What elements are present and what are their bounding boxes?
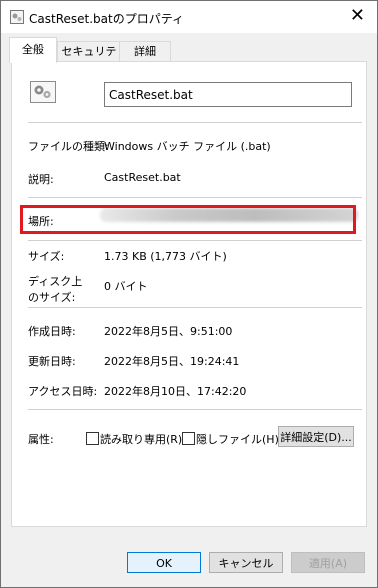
window-title: CastReset.batのプロパティ bbox=[29, 12, 184, 26]
readonly-label[interactable]: 読み取り専用(R) bbox=[100, 431, 182, 447]
size-on-disk-value: 0 バイト bbox=[104, 280, 148, 293]
description-value: CastReset.bat bbox=[104, 171, 181, 184]
created-label: 作成日時: bbox=[28, 325, 76, 338]
batch-file-icon bbox=[10, 10, 24, 24]
divider bbox=[28, 197, 362, 198]
attributes-label: 属性: bbox=[28, 433, 54, 446]
close-icon[interactable]: ✕ bbox=[350, 6, 365, 26]
general-panel: CastReset.bat ファイルの種類: Windows バッチ ファイル … bbox=[11, 61, 367, 527]
tab-security[interactable]: セキュリティ bbox=[57, 41, 121, 78]
accessed-value: 2022年8月10日、17:42:20 bbox=[104, 385, 247, 398]
divider bbox=[28, 307, 362, 308]
readonly-checkbox[interactable] bbox=[86, 432, 99, 445]
created-value: 2022年8月5日、9:51:00 bbox=[104, 325, 233, 338]
file-type-icon bbox=[30, 81, 56, 103]
tab-details-label: 詳細 bbox=[134, 45, 156, 58]
file-name-input[interactable]: CastReset.bat bbox=[104, 82, 352, 107]
hidden-checkbox[interactable] bbox=[182, 432, 195, 445]
location-highlight-box bbox=[20, 205, 356, 234]
size-value: 1.73 KB (1,773 バイト) bbox=[104, 250, 227, 263]
title-bar: CastReset.batのプロパティ ✕ bbox=[1, 1, 377, 33]
hidden-label[interactable]: 隠しファイル(H) bbox=[196, 431, 279, 447]
divider bbox=[28, 409, 362, 410]
divider bbox=[28, 122, 362, 123]
size-on-disk-label-line2: のサイズ: bbox=[28, 291, 76, 304]
apply-button[interactable]: 適用(A) bbox=[291, 552, 365, 573]
file-type-label: ファイルの種類: bbox=[28, 140, 109, 153]
accessed-label: アクセス日時: bbox=[28, 385, 98, 398]
modified-label: 更新日時: bbox=[28, 355, 76, 368]
ok-button[interactable]: OK bbox=[127, 552, 201, 573]
divider bbox=[28, 240, 362, 241]
advanced-button[interactable]: 詳細設定(D)... bbox=[278, 426, 354, 447]
properties-dialog: CastReset.batのプロパティ ✕ 全般 セキュリティ 詳細 CastR… bbox=[0, 0, 378, 588]
size-label: サイズ: bbox=[28, 250, 65, 263]
description-label: 説明: bbox=[28, 173, 54, 186]
cancel-button[interactable]: キャンセル bbox=[209, 552, 283, 573]
file-type-value: Windows バッチ ファイル (.bat) bbox=[104, 140, 271, 153]
modified-value: 2022年8月5日、19:24:41 bbox=[104, 355, 240, 368]
tab-general-label: 全般 bbox=[22, 43, 44, 56]
tab-general[interactable]: 全般 bbox=[9, 37, 57, 63]
size-on-disk-label-line1: ディスク上 bbox=[28, 275, 83, 288]
tab-details[interactable]: 詳細 bbox=[119, 41, 171, 62]
